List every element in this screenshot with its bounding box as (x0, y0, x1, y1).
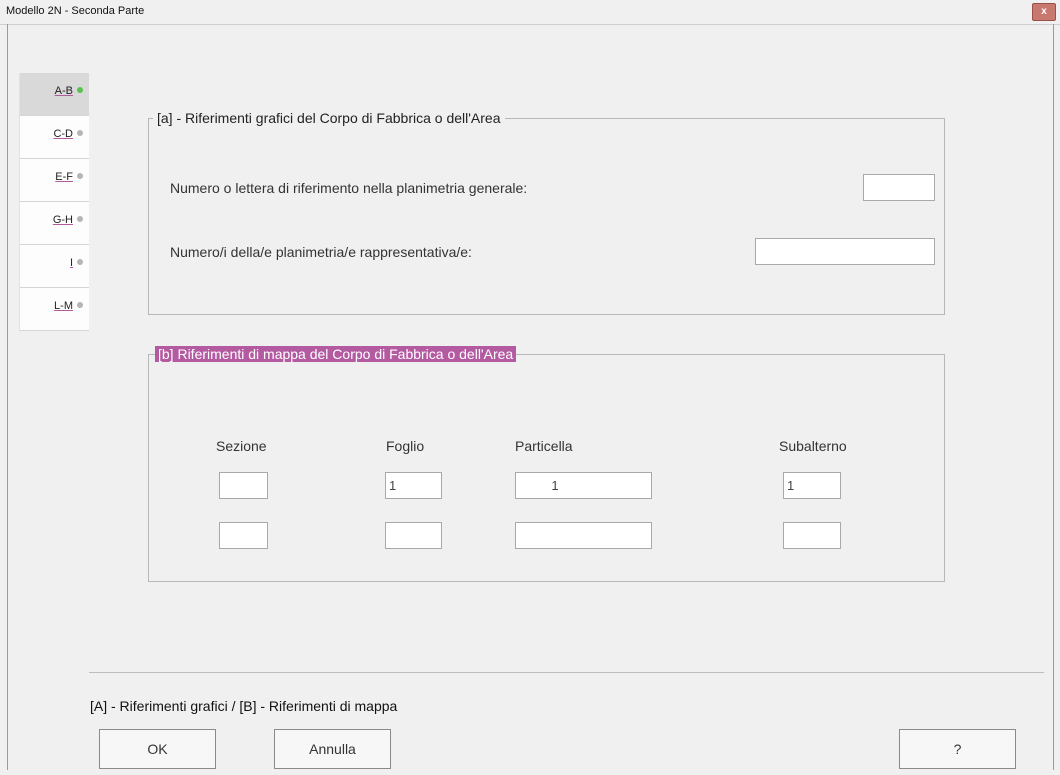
tab-label: L-M (54, 300, 73, 312)
planimetry-number-label: Numero/i della/e planimetria/e rappresen… (170, 244, 472, 260)
status-dot-icon (77, 259, 83, 265)
tab-l-m[interactable]: L-M (19, 288, 89, 331)
tab-label: G-H (52, 214, 73, 226)
status-dot-icon (77, 173, 83, 179)
status-dot-icon (77, 216, 83, 222)
col-header-particella: Particella (515, 438, 573, 454)
tab-a-b[interactable]: A-B (19, 73, 89, 116)
tab-label: C-D (53, 128, 73, 140)
graphic-references-group: [a] - Riferimenti grafici del Corpo di F… (148, 110, 945, 315)
tab-e-f[interactable]: E-F (19, 159, 89, 202)
tab-g-h[interactable]: G-H (19, 202, 89, 245)
help-button[interactable]: ? (899, 729, 1016, 769)
reference-number-label: Numero o lettera di riferimento nella pl… (170, 180, 528, 196)
particella-input-1[interactable] (515, 472, 652, 499)
window-title: Modello 2N - Seconda Parte (6, 5, 145, 17)
sezione-input-1[interactable] (219, 472, 268, 499)
footer-legend: [A] - Riferimenti grafici / [B] - Riferi… (90, 698, 398, 714)
ok-button[interactable]: OK (99, 729, 216, 769)
col-header-foglio: Foglio (386, 438, 425, 454)
tab-label: I (69, 257, 73, 269)
subalterno-input-1[interactable] (783, 472, 841, 499)
particella-input-2[interactable] (515, 522, 652, 549)
col-header-sezione: Sezione (216, 438, 267, 454)
cancel-button[interactable]: Annulla (274, 729, 391, 769)
reference-number-input[interactable] (863, 174, 935, 201)
foglio-input-1[interactable] (385, 472, 442, 499)
tab-label: E-F (55, 171, 73, 183)
title-bar: Modello 2N - Seconda Parte x (0, 0, 1060, 25)
close-icon: x (1041, 6, 1047, 17)
tab-label: A-B (54, 85, 73, 97)
planimetry-number-input[interactable] (755, 238, 935, 265)
col-header-subalterno: Subalterno (779, 438, 847, 454)
section-tabs: A-B C-D E-F G-H I L-M (19, 73, 89, 331)
subalterno-input-2[interactable] (783, 522, 841, 549)
tab-c-d[interactable]: C-D (19, 116, 89, 159)
tab-i[interactable]: I (19, 245, 89, 288)
footer-divider (89, 672, 1044, 673)
status-dot-icon (77, 87, 83, 93)
sezione-input-2[interactable] (219, 522, 268, 549)
foglio-input-2[interactable] (385, 522, 442, 549)
status-dot-icon (77, 130, 83, 136)
close-button[interactable]: x (1032, 3, 1056, 21)
group-b-legend: [b] Riferimenti di mappa del Corpo di Fa… (155, 346, 517, 362)
status-dot-icon (77, 302, 83, 308)
group-a-legend: [a] - Riferimenti grafici del Corpo di F… (157, 110, 501, 126)
